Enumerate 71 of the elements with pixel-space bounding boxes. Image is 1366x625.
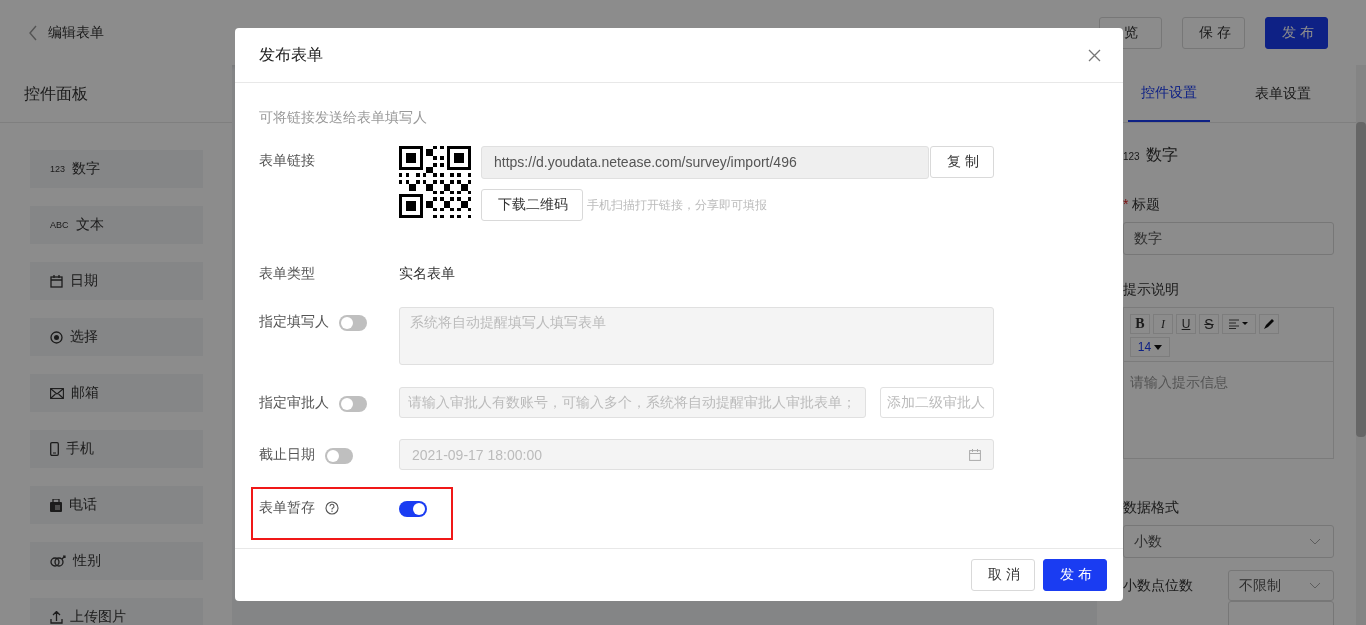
gender-icon [50, 554, 66, 568]
toggle-switch[interactable] [339, 396, 367, 412]
field-label: 数据格式 [1123, 499, 1180, 517]
download-button[interactable]: 下载二维码 [481, 189, 583, 221]
link-field[interactable]: https://d.youdata.netease.com/survey/import/496 [481, 146, 929, 179]
toggle-switch[interactable] [399, 501, 427, 517]
toolbar-button[interactable]: 发 布 [1265, 16, 1328, 49]
panel-title: 控件面板 [0, 65, 232, 123]
dialog-button[interactable]: 发 布 [1043, 559, 1107, 591]
widget-item[interactable]: ABC 文本 [30, 206, 203, 244]
widget-item[interactable]: 电话 [30, 486, 203, 524]
radio-icon [50, 330, 63, 344]
field-label: 标题 [1132, 196, 1161, 214]
close-icon[interactable] [1088, 48, 1101, 62]
field-label: 指定审批人 [259, 394, 329, 412]
qr-code [399, 146, 471, 218]
chevron-down-icon [1309, 538, 1321, 545]
number-icon: 123 [1123, 151, 1140, 162]
calendar-icon [50, 274, 63, 288]
toggle-switch[interactable] [325, 448, 353, 464]
required-mark: * [1123, 196, 1129, 214]
field-label: 表单类型 [259, 265, 316, 283]
widget-item[interactable]: 选择 [30, 318, 203, 356]
widget-item[interactable]: 手机 [30, 430, 203, 468]
align-icon [1229, 319, 1249, 329]
align-button[interactable] [1222, 314, 1256, 334]
caret-icon [1154, 344, 1163, 350]
copy-button[interactable]: 复 制 [930, 146, 994, 178]
upload-icon [50, 610, 63, 624]
format-button[interactable]: U [1176, 314, 1196, 334]
widget-icon: ABC [50, 220, 69, 230]
field-label: 截止日期 [259, 446, 315, 464]
toolbar-button[interactable]: 保 存 [1182, 16, 1245, 49]
field-label: 提示说明 [1123, 281, 1180, 299]
format-button[interactable]: S [1199, 314, 1219, 334]
form-type: 实名表单 [399, 265, 456, 283]
dialog-button[interactable]: 取 消 [971, 559, 1035, 591]
font-size-select[interactable]: 14 [1130, 337, 1170, 357]
field-label: 表单暂存 [259, 499, 315, 517]
pen-button[interactable] [1259, 314, 1279, 334]
title-input[interactable]: 数字 [1123, 222, 1334, 255]
widget-item[interactable]: 日期 [30, 262, 203, 300]
widget-icon: 123 [50, 164, 66, 174]
dialog-title: 发布表单 [259, 44, 323, 65]
back-icon[interactable] [28, 24, 38, 41]
phone-icon [50, 442, 59, 456]
intro-text: 可将链接发送给表单填写人 [259, 109, 428, 127]
page-title: 编辑表单 [48, 23, 104, 42]
scrollbar-thumb[interactable] [1356, 122, 1366, 437]
mail-icon [50, 387, 64, 399]
telephone-icon [50, 498, 62, 512]
widget-item[interactable]: 上传图片 [30, 598, 203, 625]
settings-tab[interactable]: 控件设置 [1128, 65, 1210, 122]
pen-icon [1263, 318, 1275, 330]
field-label: 表单链接 [259, 151, 316, 170]
widget-item[interactable]: 性别 [30, 542, 203, 580]
calendar-icon [969, 448, 981, 461]
widget-item[interactable]: 邮箱 [30, 374, 203, 412]
toggle-switch[interactable] [339, 315, 367, 331]
chevron-down-icon [1309, 582, 1321, 589]
field-type: 数字 [1145, 145, 1178, 165]
field-label: 指定填写人 [259, 313, 329, 331]
hint-text: 手机扫描打开链接，分享即可填报 [587, 196, 767, 214]
widget-item[interactable]: 123 数字 [30, 150, 203, 188]
help-icon[interactable] [325, 501, 339, 515]
field-label: 小数点位数 [1123, 576, 1193, 595]
decimals-select[interactable]: 不限制 [1228, 570, 1334, 601]
format-select[interactable]: 小数 [1123, 525, 1334, 558]
settings-tab[interactable]: 表单设置 [1242, 65, 1324, 122]
format-button[interactable]: I [1153, 314, 1173, 334]
format-button[interactable]: B [1130, 314, 1150, 334]
